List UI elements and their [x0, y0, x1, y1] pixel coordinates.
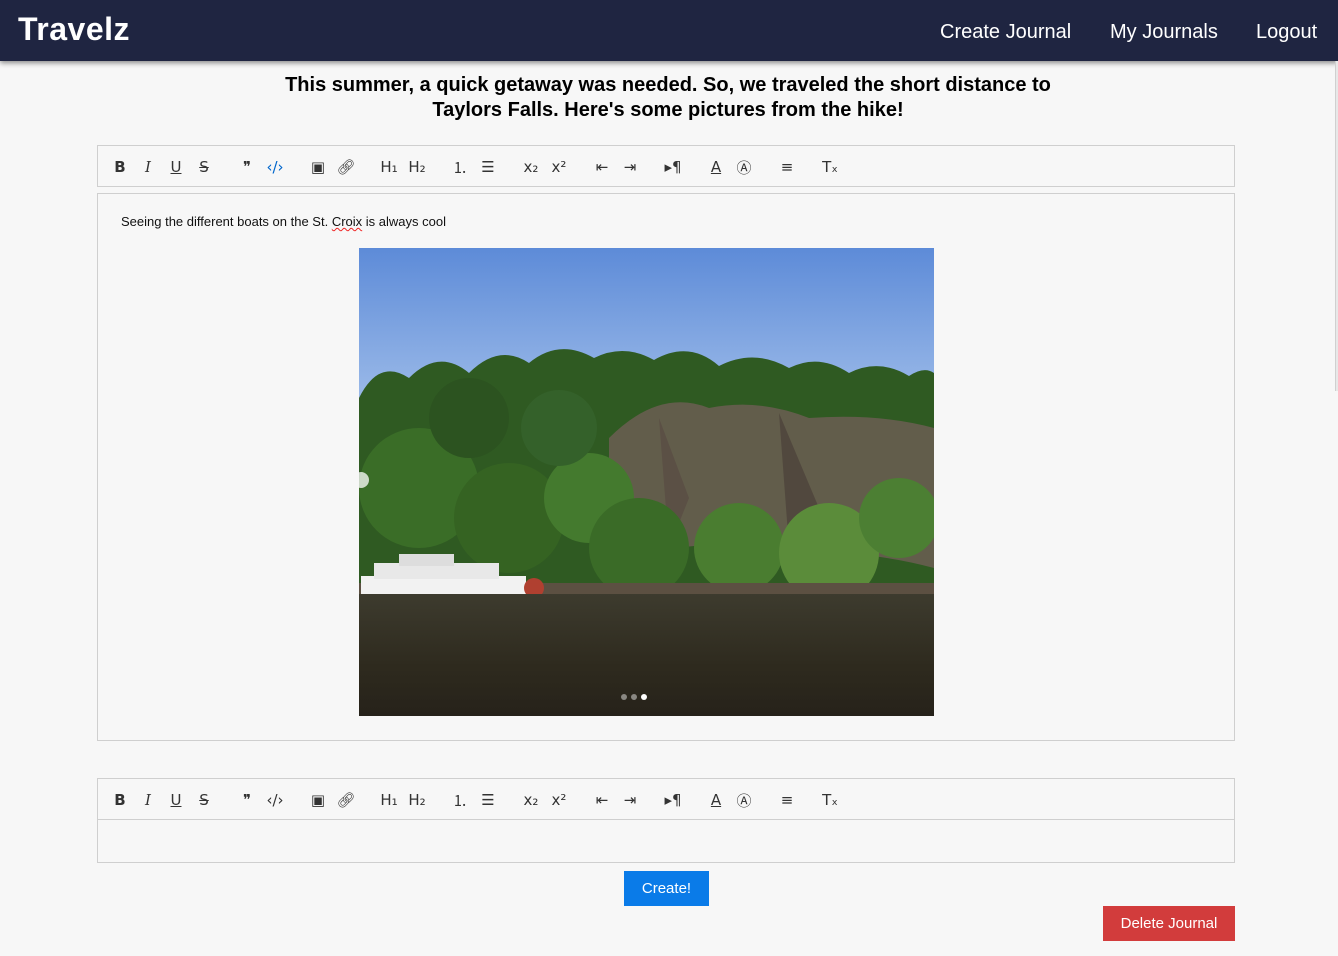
underline-button[interactable]: U	[164, 155, 188, 179]
code-icon[interactable]: ‹/›	[263, 788, 287, 812]
text-color-icon[interactable]: A	[704, 155, 728, 179]
nav-create-journal[interactable]: Create Journal	[940, 21, 1071, 44]
entry-text[interactable]: Seeing the different boats on the St. Cr…	[121, 214, 446, 229]
brand-logo[interactable]: Travelz	[18, 11, 130, 48]
journal-entry-editor[interactable]: Seeing the different boats on the St. Cr…	[97, 193, 1235, 741]
header-2-button[interactable]: H₂	[405, 788, 429, 812]
nav-logout[interactable]: Logout	[1256, 21, 1317, 44]
outdent-icon[interactable]: ⇤	[590, 788, 614, 812]
journal-photo[interactable]	[359, 248, 934, 716]
header-1-button[interactable]: H₁	[377, 788, 401, 812]
ordered-list-icon[interactable]: ⒈	[448, 155, 472, 179]
misspelled-word[interactable]: Croix	[332, 214, 362, 229]
header-1-button[interactable]: H₁	[377, 155, 401, 179]
blockquote-icon[interactable]: ❞	[235, 155, 259, 179]
clear-format-icon[interactable]: Tₓ	[818, 155, 842, 179]
carousel-dot-active[interactable]	[641, 694, 647, 700]
nav-my-journals[interactable]: My Journals	[1110, 21, 1218, 44]
link-icon[interactable]: 🔗︎	[334, 155, 358, 179]
outdent-icon[interactable]: ⇤	[590, 155, 614, 179]
journal-intro: This summer, a quick getaway was needed.…	[285, 74, 1051, 121]
new-entry-editor[interactable]	[97, 820, 1235, 863]
italic-button[interactable]: I	[136, 155, 160, 179]
align-icon[interactable]: ≡	[775, 155, 799, 179]
editor-toolbar: B I U S ❞ ‹/› ▣ 🔗︎ H₁ H₂ ⒈ ☰ x₂ x² ⇤ ⇥ ▸¶ A Ⓐ ≡ Tₓ	[97, 778, 1235, 820]
superscript-icon[interactable]: x²	[547, 788, 571, 812]
background-color-icon[interactable]: Ⓐ	[732, 155, 756, 179]
indent-icon[interactable]: ⇥	[618, 155, 642, 179]
subscript-icon[interactable]: x₂	[519, 155, 543, 179]
indent-icon[interactable]: ⇥	[618, 788, 642, 812]
underline-button[interactable]: U	[164, 788, 188, 812]
create-button[interactable]: Create!	[624, 871, 709, 906]
header-2-button[interactable]: H₂	[405, 155, 429, 179]
carousel-indicators	[621, 694, 647, 700]
bullet-list-icon[interactable]: ☰	[476, 788, 500, 812]
text-direction-icon[interactable]: ▸¶	[661, 788, 685, 812]
carousel-dot[interactable]	[621, 694, 627, 700]
bold-button[interactable]: B	[108, 788, 132, 812]
carousel-dot[interactable]	[631, 694, 637, 700]
text-direction-icon[interactable]: ▸¶	[661, 155, 685, 179]
entry-text-part: is always cool	[362, 214, 446, 229]
image-icon[interactable]: ▣	[306, 155, 330, 179]
delete-journal-button[interactable]: Delete Journal	[1103, 906, 1235, 941]
italic-button[interactable]: I	[136, 788, 160, 812]
clear-format-icon[interactable]: Tₓ	[818, 788, 842, 812]
code-icon[interactable]: ‹/›	[263, 155, 287, 179]
superscript-icon[interactable]: x²	[547, 155, 571, 179]
image-icon[interactable]: ▣	[306, 788, 330, 812]
background-color-icon[interactable]: Ⓐ	[732, 788, 756, 812]
align-icon[interactable]: ≡	[775, 788, 799, 812]
blockquote-icon[interactable]: ❞	[235, 788, 259, 812]
entry-text-part: Seeing the different boats on the St.	[121, 214, 332, 229]
bullet-list-icon[interactable]: ☰	[476, 155, 500, 179]
subscript-icon[interactable]: x₂	[519, 788, 543, 812]
strike-button[interactable]: S	[192, 155, 216, 179]
bold-button[interactable]: B	[108, 155, 132, 179]
link-icon[interactable]: 🔗︎	[334, 788, 358, 812]
strike-button[interactable]: S	[192, 788, 216, 812]
editor-toolbar: B I U S ❞ ‹/› ▣ 🔗︎ H₁ H₂ ⒈ ☰ x₂ x² ⇤ ⇥ ▸¶ A Ⓐ ≡ Tₓ	[97, 145, 1235, 187]
navbar: Travelz Create Journal My Journals Logou…	[0, 0, 1338, 61]
ordered-list-icon[interactable]: ⒈	[448, 788, 472, 812]
text-color-icon[interactable]: A	[704, 788, 728, 812]
